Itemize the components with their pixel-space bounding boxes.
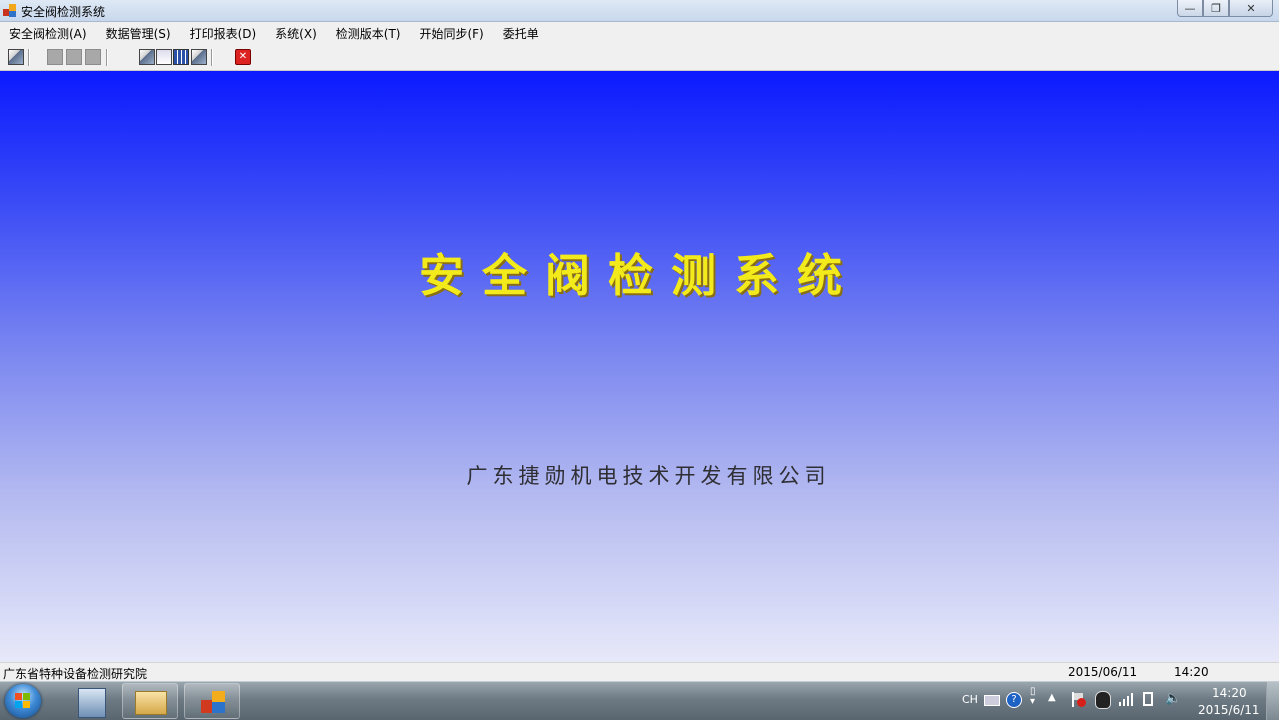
status-organization: 广东省特种设备检测研究院 [3, 667, 148, 681]
device-icon[interactable] [1143, 692, 1153, 706]
chart-icon[interactable] [139, 49, 155, 65]
menu-system[interactable]: 系统(X) [266, 22, 327, 46]
maximize-button[interactable]: ❐ [1203, 0, 1229, 17]
system-title: 安全阀检测系统 [418, 249, 860, 302]
keyboard-icon[interactable] [984, 695, 1000, 706]
taskbar-safety-valve-app[interactable] [184, 683, 240, 719]
show-hidden-icon[interactable]: ▲ [1048, 692, 1056, 703]
image-icon[interactable] [191, 49, 207, 65]
app-icon [201, 691, 227, 713]
show-desktop-button[interactable] [1266, 682, 1279, 720]
qq-icon[interactable] [1095, 691, 1111, 709]
pen-icon[interactable]: ▯ ▾ [1030, 687, 1036, 707]
menu-data-management[interactable]: 数据管理(S) [97, 22, 181, 46]
close-button[interactable]: ✕ [1229, 0, 1273, 17]
menu-start-sync[interactable]: 开始同步(F) [410, 22, 493, 46]
status-bar: 广东省特种设备检测研究院 2015/06/11 14:20 [0, 662, 1279, 681]
status-time: 14:20 [1174, 665, 1209, 679]
menu-bar: 安全阀检测(A) 数据管理(S) 打印报表(D) 系统(X) 检测版本(T) 开… [0, 22, 1279, 46]
language-indicator[interactable]: CH [962, 693, 978, 706]
menu-test-version[interactable]: 检测版本(T) [327, 22, 411, 46]
toolbar-separator [211, 49, 213, 66]
table-icon[interactable] [173, 49, 189, 65]
toolbar: ✕ [0, 46, 1279, 71]
help-icon[interactable]: ? [1006, 692, 1022, 708]
network-icon[interactable] [1119, 692, 1135, 706]
exit-icon[interactable]: ✕ [235, 49, 251, 65]
minimize-button[interactable]: — [1177, 0, 1203, 17]
folder-icon [135, 691, 167, 715]
title-bar: 安全阀检测系统 — ❐ ✕ [0, 0, 1279, 22]
open-picture-icon[interactable] [8, 49, 24, 65]
application-icon [78, 688, 106, 718]
taskbar-explorer[interactable] [122, 683, 178, 719]
taskbar-app-launcher[interactable] [63, 683, 119, 719]
start-button[interactable] [5, 684, 41, 718]
action-center-icon[interactable] [1071, 692, 1086, 707]
company-name: 广东捷勋机电技术开发有限公司 [466, 464, 831, 488]
app-icon[interactable] [3, 4, 16, 17]
grey-button-icon[interactable] [85, 49, 101, 65]
window-controls: — ❐ ✕ [1177, 0, 1273, 18]
grey-button-icon[interactable] [66, 49, 82, 65]
menu-print-report[interactable]: 打印报表(D) [181, 22, 267, 46]
menu-safety-valve-test[interactable]: 安全阀检测(A) [0, 22, 97, 46]
grey-button-icon[interactable] [47, 49, 63, 65]
toolbar-separator [28, 49, 30, 66]
toolbar-separator [106, 49, 108, 66]
window-title: 安全阀检测系统 [21, 5, 106, 19]
windows-logo-icon [15, 693, 31, 709]
clock-date[interactable]: 2015/6/11 [1198, 703, 1260, 717]
volume-icon[interactable]: 🔈 [1165, 691, 1181, 706]
status-date: 2015/06/11 [1068, 665, 1138, 679]
taskbar: CH ? ▯ ▾ ▲ 🔈 14:20 2015/6/11 [0, 681, 1279, 720]
clock-time[interactable]: 14:20 [1212, 686, 1247, 700]
menu-commission-form[interactable]: 委托单 [494, 22, 549, 46]
main-splash: 安全阀检测系统 广东捷勋机电技术开发有限公司 [0, 71, 1279, 662]
grid-icon[interactable] [156, 49, 172, 65]
